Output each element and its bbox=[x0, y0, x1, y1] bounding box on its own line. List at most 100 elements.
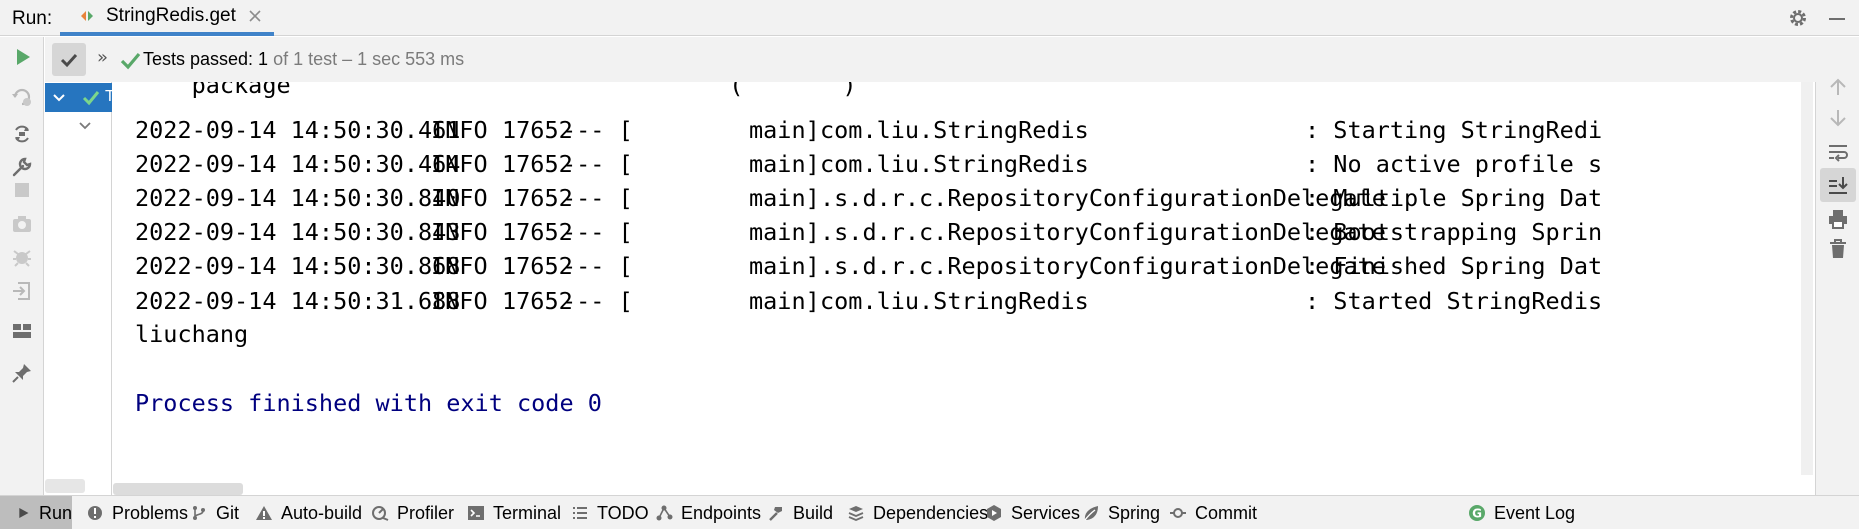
tab-stringredis-get[interactable]: StringRedis.get bbox=[60, 0, 274, 36]
log-thread: main] bbox=[749, 184, 820, 212]
console-output[interactable]: package ( ) 2022-09-14 14:50:30.461 INFO 1… bbox=[113, 82, 1814, 495]
hammer-icon bbox=[769, 507, 782, 521]
stop-icon bbox=[15, 183, 29, 197]
tab-label: Event Log bbox=[1494, 502, 1576, 523]
log-level: INFO bbox=[431, 150, 488, 178]
spring-icon bbox=[1084, 506, 1098, 521]
warning-icon bbox=[256, 506, 272, 520]
show-passed-button[interactable] bbox=[52, 43, 86, 76]
tab-todo[interactable]: TODO bbox=[571, 496, 649, 529]
log-timestamp: 2022-09-14 14:50:30.840 bbox=[135, 184, 461, 212]
chevron-down-icon[interactable] bbox=[75, 115, 95, 135]
run-left-toolbar bbox=[0, 37, 44, 495]
log-message: : Started StringRedis bbox=[1305, 287, 1603, 315]
log-timestamp: 2022-09-14 14:50:31.688 bbox=[135, 287, 461, 315]
git-icon bbox=[193, 506, 205, 520]
tab-label: Commit bbox=[1195, 502, 1257, 523]
wrench-icon[interactable] bbox=[10, 155, 34, 179]
tab-label: Profiler bbox=[397, 502, 455, 523]
todo-icon bbox=[573, 507, 587, 519]
log-message: : Starting StringRedi bbox=[1305, 116, 1603, 144]
gear-icon[interactable] bbox=[1787, 7, 1809, 29]
soft-wrap-icon[interactable] bbox=[1826, 140, 1850, 164]
tab-label: Run bbox=[38, 502, 72, 523]
log-logger: .s.d.r.c.RepositoryConfigurationDelegate bbox=[820, 184, 1386, 212]
exit-message: Process finished with exit code 0 bbox=[135, 389, 602, 417]
more-actions-icon[interactable]: » bbox=[97, 47, 108, 68]
tab-profiler[interactable]: Profiler bbox=[371, 496, 454, 529]
passed-check-icon bbox=[120, 52, 141, 70]
tab-label: Endpoints bbox=[681, 502, 762, 523]
log-timestamp: 2022-09-14 14:50:30.464 bbox=[135, 150, 461, 178]
console-clipped-line: package ( ) bbox=[135, 82, 857, 99]
terminal-icon bbox=[468, 506, 484, 520]
layout-icon[interactable] bbox=[10, 319, 34, 343]
tab-spring[interactable]: Spring bbox=[1082, 496, 1160, 529]
scroll-to-end-button[interactable] bbox=[1820, 168, 1856, 202]
tab-commit[interactable]: Commit bbox=[1169, 496, 1257, 529]
run-toolwindow-header: Run: StringRedis.get bbox=[0, 0, 1859, 36]
import-tests-icon bbox=[13, 282, 30, 300]
console-vertical-scrollbar[interactable] bbox=[1801, 82, 1813, 475]
tab-auto-build[interactable]: Auto-build bbox=[255, 496, 362, 529]
check-icon bbox=[60, 53, 78, 67]
commit-icon bbox=[1170, 508, 1186, 518]
debug-settings-icon bbox=[13, 250, 31, 267]
log-level: INFO bbox=[431, 287, 488, 315]
tab-git[interactable]: Git bbox=[190, 496, 239, 529]
tab-label: TODO bbox=[597, 502, 649, 523]
close-icon[interactable] bbox=[248, 9, 262, 23]
tab-title: StringRedis.get bbox=[106, 5, 236, 26]
problems-icon bbox=[88, 506, 102, 520]
event-log-icon: G bbox=[1469, 505, 1485, 521]
print-icon[interactable] bbox=[1826, 207, 1850, 231]
log-message: : No active profile s bbox=[1305, 150, 1603, 178]
tab-terminal[interactable]: Terminal bbox=[467, 496, 561, 529]
pin-icon[interactable] bbox=[10, 361, 34, 385]
arrow-down-icon bbox=[1830, 110, 1846, 127]
log-logger: .s.d.r.c.RepositoryConfigurationDelegate bbox=[820, 252, 1386, 280]
tab-build[interactable]: Build bbox=[767, 496, 833, 529]
minimize-icon[interactable] bbox=[1826, 7, 1848, 29]
tab-label: Spring bbox=[1108, 502, 1161, 523]
log-sep: --- [ bbox=[562, 150, 633, 178]
log-sep: --- [ bbox=[562, 252, 633, 280]
tree-item-root[interactable]: T bbox=[45, 83, 115, 112]
tab-problems[interactable]: Problems bbox=[86, 496, 188, 529]
log-level: INFO bbox=[431, 218, 488, 246]
log-sep: --- [ bbox=[562, 184, 633, 212]
tab-event-log[interactable]: G Event Log bbox=[1468, 496, 1575, 529]
log-thread: main] bbox=[749, 150, 820, 178]
tab-label: Services bbox=[1011, 502, 1081, 523]
test-tree: T bbox=[45, 82, 115, 495]
tab-dependencies[interactable]: Dependencies bbox=[847, 496, 988, 529]
svg-text:G: G bbox=[1472, 507, 1482, 521]
log-sep: --- [ bbox=[562, 287, 633, 315]
log-timestamp: 2022-09-14 14:50:30.461 bbox=[135, 116, 461, 144]
rerun-icon[interactable] bbox=[10, 45, 34, 69]
services-icon bbox=[987, 505, 1001, 521]
log-thread: main] bbox=[749, 287, 820, 315]
test-status-bar: » Tests passed: 1 of 1 test – 1 sec 553 … bbox=[45, 37, 1859, 82]
tree-horizontal-scrollbar[interactable] bbox=[45, 479, 85, 493]
log-timestamp: 2022-09-14 14:50:30.843 bbox=[135, 218, 461, 246]
tab-label: Git bbox=[216, 502, 240, 523]
tests-duration: of 1 test – 1 sec 553 ms bbox=[268, 49, 465, 69]
tab-run[interactable]: Run bbox=[0, 496, 72, 529]
console-horizontal-scrollbar[interactable] bbox=[113, 483, 243, 495]
tests-passed-count: Tests passed: 1 bbox=[143, 49, 269, 69]
test-config-icon bbox=[81, 11, 93, 21]
tab-label: Problems bbox=[112, 502, 189, 523]
tab-services[interactable]: Services bbox=[985, 496, 1080, 529]
toggle-auto-test-icon[interactable] bbox=[10, 122, 34, 146]
log-sep: --- [ bbox=[562, 116, 633, 144]
run-icon bbox=[19, 508, 29, 518]
tab-endpoints[interactable]: Endpoints bbox=[655, 496, 761, 529]
log-logger: com.liu.StringRedis bbox=[820, 287, 1089, 315]
trash-icon[interactable] bbox=[1826, 237, 1850, 261]
log-logger: com.liu.StringRedis bbox=[820, 116, 1089, 144]
tab-label: Terminal bbox=[493, 502, 562, 523]
program-output: liuchang bbox=[135, 320, 249, 348]
console-right-toolbar bbox=[1815, 78, 1859, 495]
chevron-down-icon[interactable] bbox=[49, 87, 69, 107]
